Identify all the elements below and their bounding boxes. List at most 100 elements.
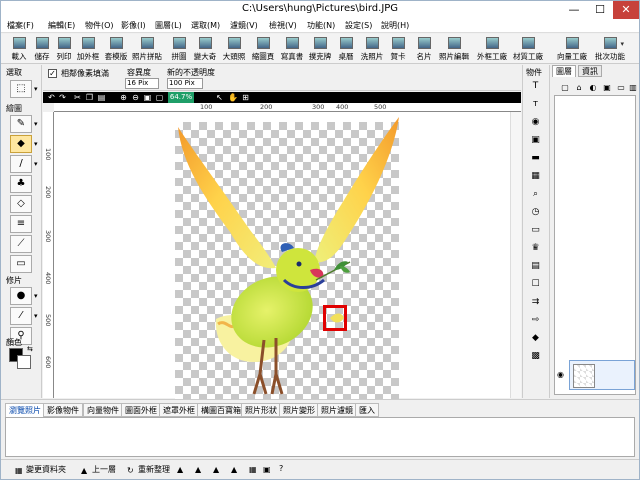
menu-help[interactable]: 說明(H) xyxy=(381,20,409,31)
menu-file[interactable]: 檔案(F) xyxy=(7,20,34,31)
undo-icon[interactable]: ↶ xyxy=(47,93,56,102)
tab-info[interactable]: 資訊 xyxy=(578,65,602,77)
fit-window-icon[interactable]: ▣ xyxy=(143,93,152,102)
delete-layer-icon[interactable]: ▭ xyxy=(616,83,626,93)
zoom-in-icon[interactable]: ⊕ xyxy=(119,93,128,102)
hand-icon[interactable]: ✋ xyxy=(228,93,238,102)
up-level-button[interactable]: ▲ 上一層 xyxy=(81,464,116,475)
cake-icon[interactable]: ♛ xyxy=(528,241,543,255)
chevron-down-icon[interactable]: ▾ xyxy=(34,140,38,148)
tab-photo-shapes[interactable]: 照片形狀 xyxy=(241,403,281,417)
tab-photo-filters[interactable]: 照片濾鏡 xyxy=(317,403,357,417)
browser-area[interactable] xyxy=(5,417,635,457)
menu-filter[interactable]: 濾鏡(V) xyxy=(230,20,258,31)
brush-tool[interactable]: / xyxy=(10,155,32,173)
arrows-icon[interactable]: ⇉ xyxy=(528,295,543,309)
chevron-down-icon[interactable]: ▾ xyxy=(34,85,38,93)
abc-label-icon[interactable]: ◉ xyxy=(528,115,543,129)
layers-object-icon[interactable]: ▦ xyxy=(528,169,543,183)
swap-colors-icon[interactable]: ⇆ xyxy=(27,345,33,353)
lock-button[interactable]: ▣ xyxy=(263,464,274,474)
magnifier-icon[interactable]: ⌕ xyxy=(528,187,543,201)
toolbar-button-texture-factory[interactable]: 材質工廠 xyxy=(513,36,543,63)
chevron-down-icon[interactable]: ▾ xyxy=(34,160,38,168)
shapes-icon[interactable]: ◆ xyxy=(528,331,543,345)
toolbar-button-frame-factory[interactable]: 外框工廠 xyxy=(477,36,507,63)
contiguous-fill-checkbox[interactable]: ✓ xyxy=(48,69,57,78)
toolbar-button-caricature[interactable]: 變大奇 xyxy=(190,36,220,63)
tab-photo-warp[interactable]: 照片變形 xyxy=(279,403,319,417)
view-mode-button[interactable]: ▦ xyxy=(249,464,260,474)
layer-menu-icon[interactable]: ▥ xyxy=(628,83,638,93)
tab-layers[interactable]: 圖層 xyxy=(552,65,576,77)
tab-import[interactable]: 匯入 xyxy=(355,403,379,417)
toolbar-button-photo-edit[interactable]: 照片編輯 xyxy=(439,36,469,63)
bird-image[interactable] xyxy=(54,112,510,398)
menu-settings[interactable]: 設定(S) xyxy=(345,20,372,31)
toolbar-button-template[interactable]: 套模版 xyxy=(101,36,131,63)
menu-select[interactable]: 選取(M) xyxy=(191,20,220,31)
menu-image[interactable]: 影像(I) xyxy=(121,20,146,31)
tab-frames[interactable]: 圖面外框 xyxy=(121,403,161,417)
speech-bubble-icon[interactable]: ☐ xyxy=(528,277,543,291)
toolbar-button-vector-factory[interactable]: 向量工廠 xyxy=(557,36,587,63)
toolbar-button-thumbnail[interactable]: 縮圖頁 xyxy=(248,36,278,63)
layer-thumbnail[interactable] xyxy=(573,364,595,388)
text-object-icon[interactable]: T xyxy=(528,79,543,93)
menu-layer[interactable]: 圖層(L) xyxy=(155,20,182,31)
photo-object-icon[interactable]: ▣ xyxy=(528,133,543,147)
move-icon[interactable]: ⊞ xyxy=(241,93,250,102)
sort-date-button[interactable]: ▲ xyxy=(213,464,224,474)
eraser-tool[interactable]: ◇ xyxy=(10,195,32,213)
refresh-button[interactable]: ↻ 重新整理 xyxy=(127,464,170,475)
minimize-button[interactable]: — xyxy=(561,1,587,19)
menu-object[interactable]: 物件(O) xyxy=(85,20,114,31)
menu-view[interactable]: 檢視(V) xyxy=(269,20,297,31)
toolbar-button-business-card[interactable]: 名片 xyxy=(409,36,439,63)
fill-icon[interactable]: ◐ xyxy=(588,83,598,93)
chevron-down-icon[interactable]: ▾ xyxy=(34,120,38,128)
new-layer-icon[interactable]: ▢ xyxy=(560,83,570,93)
cut-icon[interactable]: ✂ xyxy=(73,93,82,102)
sort-za-button[interactable]: ▲ xyxy=(195,464,206,474)
chevron-down-icon[interactable]: ▾ xyxy=(34,292,38,300)
close-button[interactable]: ✕ xyxy=(613,1,639,19)
zoom-out-icon[interactable]: ⊖ xyxy=(131,93,140,102)
fill-bucket-tool[interactable]: ◆ xyxy=(10,135,32,153)
clock-icon[interactable]: ◷ xyxy=(528,205,543,219)
tolerance-input[interactable]: 16 Pix xyxy=(125,78,159,89)
sort-az-button[interactable]: ▲ xyxy=(177,464,188,474)
exif-icon[interactable]: ▭ xyxy=(528,223,543,237)
tab-image-objects[interactable]: 影像物件 xyxy=(43,403,83,417)
canvas-workspace[interactable] xyxy=(54,112,521,404)
zoom-level[interactable]: 64.7% xyxy=(168,92,194,103)
pointer-icon[interactable]: ↖ xyxy=(215,93,224,102)
change-folder-button[interactable]: ▦ 變更資料夾 xyxy=(15,464,66,475)
layer-style-icon[interactable]: ▣ xyxy=(602,83,612,93)
stamp-tool[interactable]: ♣ xyxy=(10,175,32,193)
tab-mask-frames[interactable]: 遮罩外框 xyxy=(159,403,199,417)
redo-icon[interactable]: ↷ xyxy=(58,93,67,102)
sort-size-button[interactable]: ▲ xyxy=(231,464,242,474)
lock-icon[interactable]: ⌂ xyxy=(574,83,584,93)
banner-icon[interactable]: ▬ xyxy=(528,151,543,165)
paste-icon[interactable]: ▤ xyxy=(97,93,106,102)
menu-function[interactable]: 功能(N) xyxy=(307,20,335,31)
chevron-down-icon[interactable]: ▾ xyxy=(34,312,38,320)
help-button[interactable]: ? xyxy=(279,464,283,473)
tab-layout-toolbox[interactable]: 構圖百寶箱 xyxy=(197,403,245,417)
retouch-brush-tool[interactable]: ⁄ xyxy=(10,307,32,325)
arrow-shape-icon[interactable]: ⇨ xyxy=(528,313,543,327)
vertical-scrollbar[interactable] xyxy=(510,112,521,398)
menu-edit[interactable]: 編輯(E) xyxy=(48,20,75,31)
toolbar-button-collage[interactable]: 照片拼貼 xyxy=(132,36,162,63)
marquee-select-tool[interactable]: ⬚ xyxy=(10,80,32,98)
tab-vector-objects[interactable]: 向量物件 xyxy=(83,403,123,417)
line-width-tool[interactable]: ≡ xyxy=(10,215,32,233)
calendar-icon[interactable]: ▤ xyxy=(528,259,543,273)
maximize-button[interactable]: ☐ xyxy=(587,1,613,19)
background-color-swatch[interactable] xyxy=(17,355,31,369)
toolbar-button-batch[interactable]: 批次功能 ▾ xyxy=(595,36,625,63)
copy-icon[interactable]: ❐ xyxy=(85,93,94,102)
eye-icon[interactable]: ◉ xyxy=(557,370,564,379)
